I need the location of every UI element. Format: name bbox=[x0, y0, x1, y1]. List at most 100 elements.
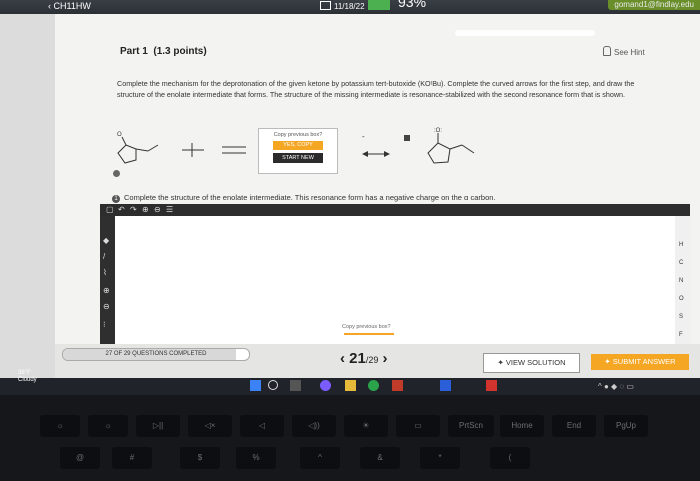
date-display: 11/18/22 bbox=[320, 0, 365, 14]
editor-copy-prompt[interactable]: Copy previous box? bbox=[342, 324, 391, 330]
dash-separator: - bbox=[362, 132, 365, 141]
battery-percent: 93% bbox=[398, 0, 427, 10]
resonance-arrow-left-head bbox=[362, 151, 368, 157]
battery-icon bbox=[368, 0, 390, 10]
zoom-in-icon[interactable]: ⊕ bbox=[142, 205, 149, 214]
eraser-icon[interactable]: ◆ bbox=[103, 236, 109, 245]
key-5: % bbox=[236, 447, 276, 469]
key-f2: ☼ bbox=[88, 415, 128, 437]
instructions-text: Complete the mechanism for the deprotona… bbox=[117, 79, 635, 99]
copy-previous-box: Copy previous box? YES, COPY START NEW bbox=[258, 128, 338, 174]
screen-glare bbox=[455, 30, 595, 36]
carbonyl-o-label: O bbox=[117, 132, 122, 138]
chrome-icon[interactable] bbox=[368, 380, 379, 391]
enolate-ring bbox=[427, 142, 451, 164]
key-f8: ▭ bbox=[396, 415, 440, 437]
key-end: End bbox=[552, 415, 596, 437]
key-home: Home bbox=[500, 415, 544, 437]
user-email[interactable]: gomand1@findlay.edu bbox=[608, 0, 700, 10]
atom-palette: H C N O S F bbox=[675, 216, 690, 344]
key-f7: ☀ bbox=[344, 415, 388, 437]
weather-condition: Cloudy bbox=[18, 377, 37, 383]
copy-prompt: Copy previous box? bbox=[273, 132, 323, 138]
mechanism-diagram: O :O: - bbox=[117, 128, 475, 164]
key-8: * bbox=[420, 447, 460, 469]
start-new-button[interactable]: START NEW bbox=[273, 153, 323, 163]
key-f6: ◁)) bbox=[292, 415, 336, 437]
atom-f[interactable]: F bbox=[679, 332, 683, 338]
see-hint-link[interactable]: See Hint bbox=[603, 46, 645, 57]
progress-bar: 27 OF 29 QUESTIONS COMPLETED bbox=[62, 348, 250, 361]
key-9: ( bbox=[490, 447, 530, 469]
template-icon[interactable]: ☰ bbox=[166, 205, 173, 214]
redo-icon[interactable]: ↷ bbox=[130, 205, 137, 214]
calendar-icon bbox=[320, 1, 331, 10]
weather-widget[interactable]: 38°F Cloudy bbox=[18, 370, 37, 384]
atom-s[interactable]: S bbox=[679, 314, 683, 320]
editor-left-tools: ◆ / ⌇ ⊕ ⊖ ⁝ bbox=[100, 216, 115, 344]
weather-temp: 38°F bbox=[18, 370, 31, 376]
undo-icon[interactable]: ↶ bbox=[118, 205, 125, 214]
step2-text: Complete the structure of the enolate in… bbox=[124, 193, 496, 202]
enolate-o-label: :O: bbox=[434, 128, 442, 134]
key-3: # bbox=[112, 447, 152, 469]
teams-icon[interactable] bbox=[320, 380, 331, 391]
add-charge-icon[interactable]: ⊕ bbox=[103, 286, 110, 295]
step1-badge bbox=[113, 170, 120, 177]
lightbulb-icon bbox=[603, 46, 611, 56]
key-prtscn: PrtScn bbox=[448, 415, 494, 437]
atom-o[interactable]: O bbox=[679, 296, 684, 302]
back-link[interactable]: ‹ CH11HW bbox=[48, 0, 91, 13]
progress-text: 27 OF 29 QUESTIONS COMPLETED bbox=[105, 351, 207, 357]
question-pager: ‹ 21/29 › bbox=[340, 350, 388, 367]
key-f4: ◁× bbox=[188, 415, 232, 437]
step2-number: 1 bbox=[112, 195, 120, 203]
drawing-canvas[interactable] bbox=[115, 216, 675, 344]
search-icon[interactable] bbox=[268, 380, 278, 390]
key-f3: ▷|| bbox=[136, 415, 180, 437]
prev-icon[interactable]: ‹ bbox=[340, 350, 345, 367]
windows-start-icon[interactable] bbox=[250, 380, 261, 391]
editor-toolbar: ▢ ↶ ↷ ⊕ ⊖ ☰ bbox=[100, 204, 690, 216]
app-icon[interactable] bbox=[486, 380, 497, 391]
view-solution-button[interactable]: ✦ VIEW SOLUTION bbox=[483, 353, 580, 373]
ketone-ring bbox=[117, 144, 137, 164]
back-label: CH11HW bbox=[53, 1, 91, 11]
key-7: & bbox=[360, 447, 400, 469]
atom-h[interactable]: H bbox=[679, 242, 683, 248]
copy-underline bbox=[344, 333, 394, 335]
yes-copy-button[interactable]: YES, COPY bbox=[273, 141, 323, 150]
next-icon[interactable]: › bbox=[383, 350, 388, 367]
key-f1: ☼ bbox=[40, 415, 80, 437]
resonance-arrow-right-head bbox=[384, 151, 390, 157]
part-title: Part 1 (1.3 points) bbox=[120, 46, 207, 57]
system-tray[interactable]: ^ ● ◆ ◌ ▭ bbox=[598, 382, 634, 391]
file-explorer-icon[interactable] bbox=[345, 380, 356, 391]
page-current: 21 bbox=[349, 350, 366, 367]
page-total: /29 bbox=[365, 355, 379, 365]
minus-charge-icon[interactable]: ⊖ bbox=[103, 302, 110, 311]
office-icon[interactable] bbox=[392, 380, 403, 391]
screen: ‹ CH11HW 11/18/22 93% gomand1@findlay.ed… bbox=[0, 0, 700, 395]
key-pgup: PgUp bbox=[604, 415, 648, 437]
step2-prompt: 1 Complete the structure of the enolate i… bbox=[112, 193, 496, 203]
drawing-editor: ▢ ↶ ↷ ⊕ ⊖ ☰ ◆ / ⌇ ⊕ ⊖ ⁝ H C N O S F bbox=[100, 204, 690, 344]
key-6: ^ bbox=[300, 447, 340, 469]
atom-n[interactable]: N bbox=[679, 278, 683, 284]
task-view-icon[interactable] bbox=[290, 380, 301, 391]
submit-answer-button[interactable]: ✦ SUBMIT ANSWER bbox=[591, 354, 689, 370]
browser-topbar: ‹ CH11HW 11/18/22 93% gomand1@findlay.ed… bbox=[0, 0, 700, 14]
chain-icon[interactable]: ⌇ bbox=[103, 268, 107, 277]
word-icon[interactable] bbox=[440, 380, 451, 391]
new-icon[interactable]: ▢ bbox=[106, 205, 114, 214]
carbonyl-bond bbox=[121, 136, 127, 146]
key-2: @ bbox=[60, 447, 100, 469]
lone-pair-icon[interactable]: ⁝ bbox=[103, 320, 106, 329]
lock-icon bbox=[404, 135, 410, 141]
atom-c[interactable]: C bbox=[679, 260, 683, 266]
zoom-out-icon[interactable]: ⊖ bbox=[154, 205, 161, 214]
bond-icon[interactable]: / bbox=[103, 252, 105, 261]
laptop-keyboard: ☼ ☼ ▷|| ◁× ◁ ◁)) ☀ ▭ PrtScn Home End PgU… bbox=[0, 395, 700, 481]
key-4: $ bbox=[180, 447, 220, 469]
date-text: 11/18/22 bbox=[334, 2, 365, 11]
